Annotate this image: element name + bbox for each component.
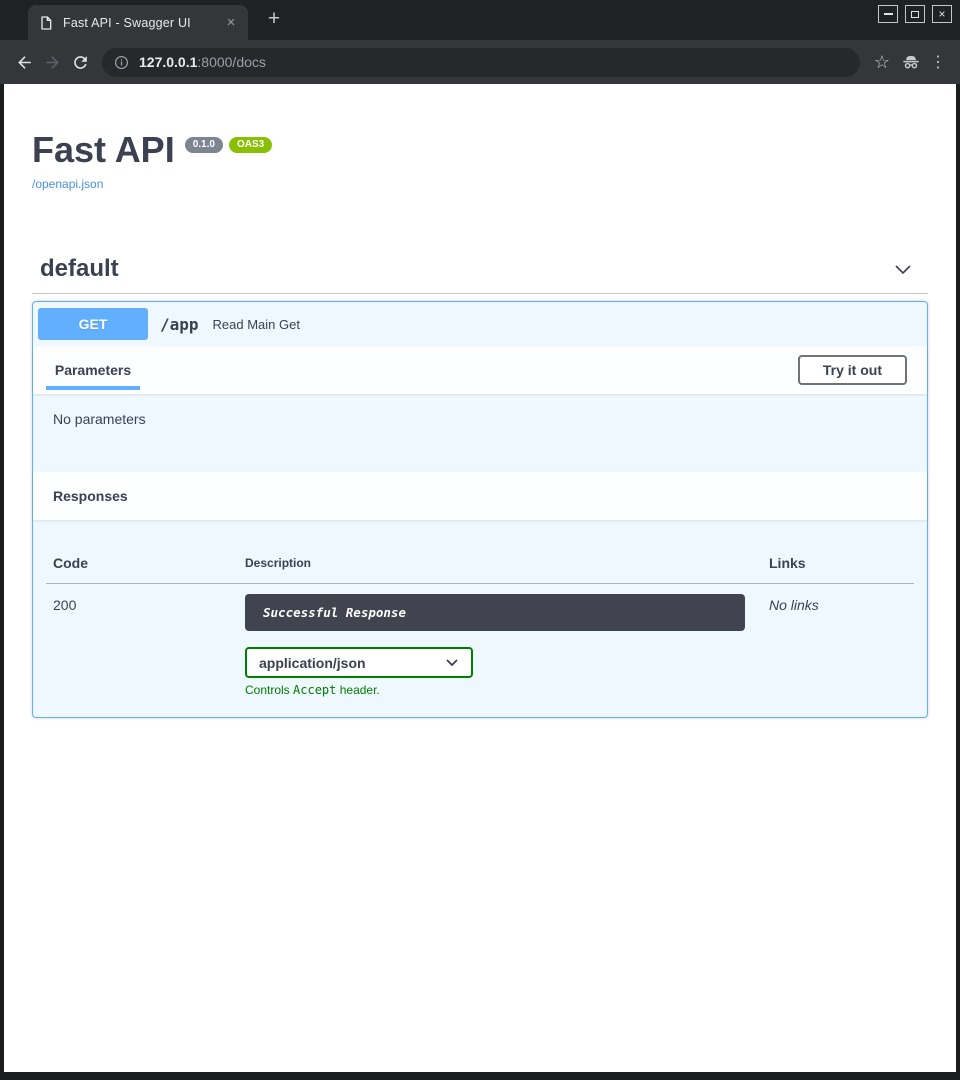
- site-info-icon[interactable]: [114, 55, 129, 70]
- responses-header: Responses: [33, 472, 927, 520]
- url-host: 127.0.0.1: [139, 54, 197, 70]
- close-button[interactable]: ×: [932, 5, 952, 23]
- column-header-description: Description: [238, 535, 762, 584]
- back-arrow-icon: [15, 53, 34, 72]
- responses-body: Code Description Links 200 Successful Re…: [33, 520, 927, 717]
- browser-tab[interactable]: Fast API - Swagger UI ×: [28, 5, 248, 40]
- chevron-down-icon[interactable]: [892, 258, 914, 280]
- tag-section-header[interactable]: default: [32, 255, 928, 294]
- parameters-header: Parameters Try it out: [33, 346, 927, 394]
- browser-menu-icon[interactable]: ⋮: [926, 52, 950, 72]
- responses-table: Code Description Links 200 Successful Re…: [46, 535, 914, 697]
- maximize-icon: [911, 11, 919, 18]
- operation-path: /app: [160, 315, 199, 334]
- column-header-code: Code: [46, 535, 238, 584]
- response-description: Successful Response: [245, 594, 745, 631]
- reload-button[interactable]: [66, 48, 94, 76]
- maximize-button[interactable]: [905, 5, 925, 23]
- document-favicon-icon: [38, 15, 54, 31]
- forward-arrow-icon: [43, 53, 62, 72]
- parameters-body: No parameters: [33, 394, 927, 472]
- operation-block: GET /app Read Main Get Parameters Try it…: [32, 301, 928, 718]
- forward-button[interactable]: [38, 48, 66, 76]
- url-text: 127.0.0.1:8000/docs: [139, 54, 266, 70]
- accept-code: Accept: [293, 683, 336, 697]
- openapi-spec-link[interactable]: /openapi.json: [32, 177, 103, 191]
- operation-description: Read Main Get: [213, 317, 300, 332]
- response-links: No links: [762, 584, 914, 698]
- browser-titlebar: Fast API - Swagger UI × + ×: [0, 0, 960, 40]
- address-bar[interactable]: 127.0.0.1:8000/docs: [102, 48, 860, 77]
- accept-header-hint: Controls Accept header.: [245, 683, 762, 697]
- parameters-tab-label: Parameters: [55, 362, 131, 378]
- response-row: 200 Successful Response application/json…: [46, 584, 914, 698]
- tab-parameters[interactable]: Parameters: [46, 346, 140, 394]
- tag-name: default: [40, 255, 119, 283]
- back-button[interactable]: [10, 48, 38, 76]
- tab-close-icon[interactable]: ×: [222, 14, 240, 32]
- window-controls: ×: [878, 5, 952, 23]
- response-code: 200: [46, 584, 238, 698]
- media-type-select[interactable]: application/json: [245, 647, 473, 678]
- incognito-icon: [896, 51, 926, 73]
- minimize-button[interactable]: [878, 5, 898, 23]
- url-path: :8000/docs: [197, 54, 266, 70]
- browser-toolbar: 127.0.0.1:8000/docs ☆ ⋮: [0, 40, 960, 84]
- browser-window: Fast API - Swagger UI × + ×: [0, 0, 960, 1080]
- try-it-out-button[interactable]: Try it out: [798, 355, 907, 385]
- tab-title: Fast API - Swagger UI: [63, 16, 222, 30]
- api-title: Fast API 0.1.0 OAS3: [32, 132, 928, 168]
- no-parameters-text: No parameters: [53, 411, 907, 427]
- reload-icon: [71, 53, 90, 72]
- api-title-text: Fast API: [32, 132, 175, 168]
- responses-heading: Responses: [53, 488, 128, 504]
- method-badge: GET: [38, 308, 148, 340]
- operation-summary[interactable]: GET /app Read Main Get: [33, 302, 927, 346]
- minimize-icon: [884, 13, 893, 15]
- swagger-page: Fast API 0.1.0 OAS3 /openapi.json defaul…: [4, 84, 956, 1072]
- version-badge: 0.1.0: [185, 137, 223, 153]
- column-header-links: Links: [762, 535, 914, 584]
- media-type-value: application/json: [259, 655, 366, 671]
- new-tab-button[interactable]: +: [262, 7, 286, 31]
- oas3-badge: OAS3: [229, 137, 272, 153]
- bookmark-star-icon[interactable]: ☆: [868, 52, 896, 73]
- api-info: Fast API 0.1.0 OAS3 /openapi.json: [32, 84, 928, 193]
- select-chevron-icon: [445, 656, 459, 670]
